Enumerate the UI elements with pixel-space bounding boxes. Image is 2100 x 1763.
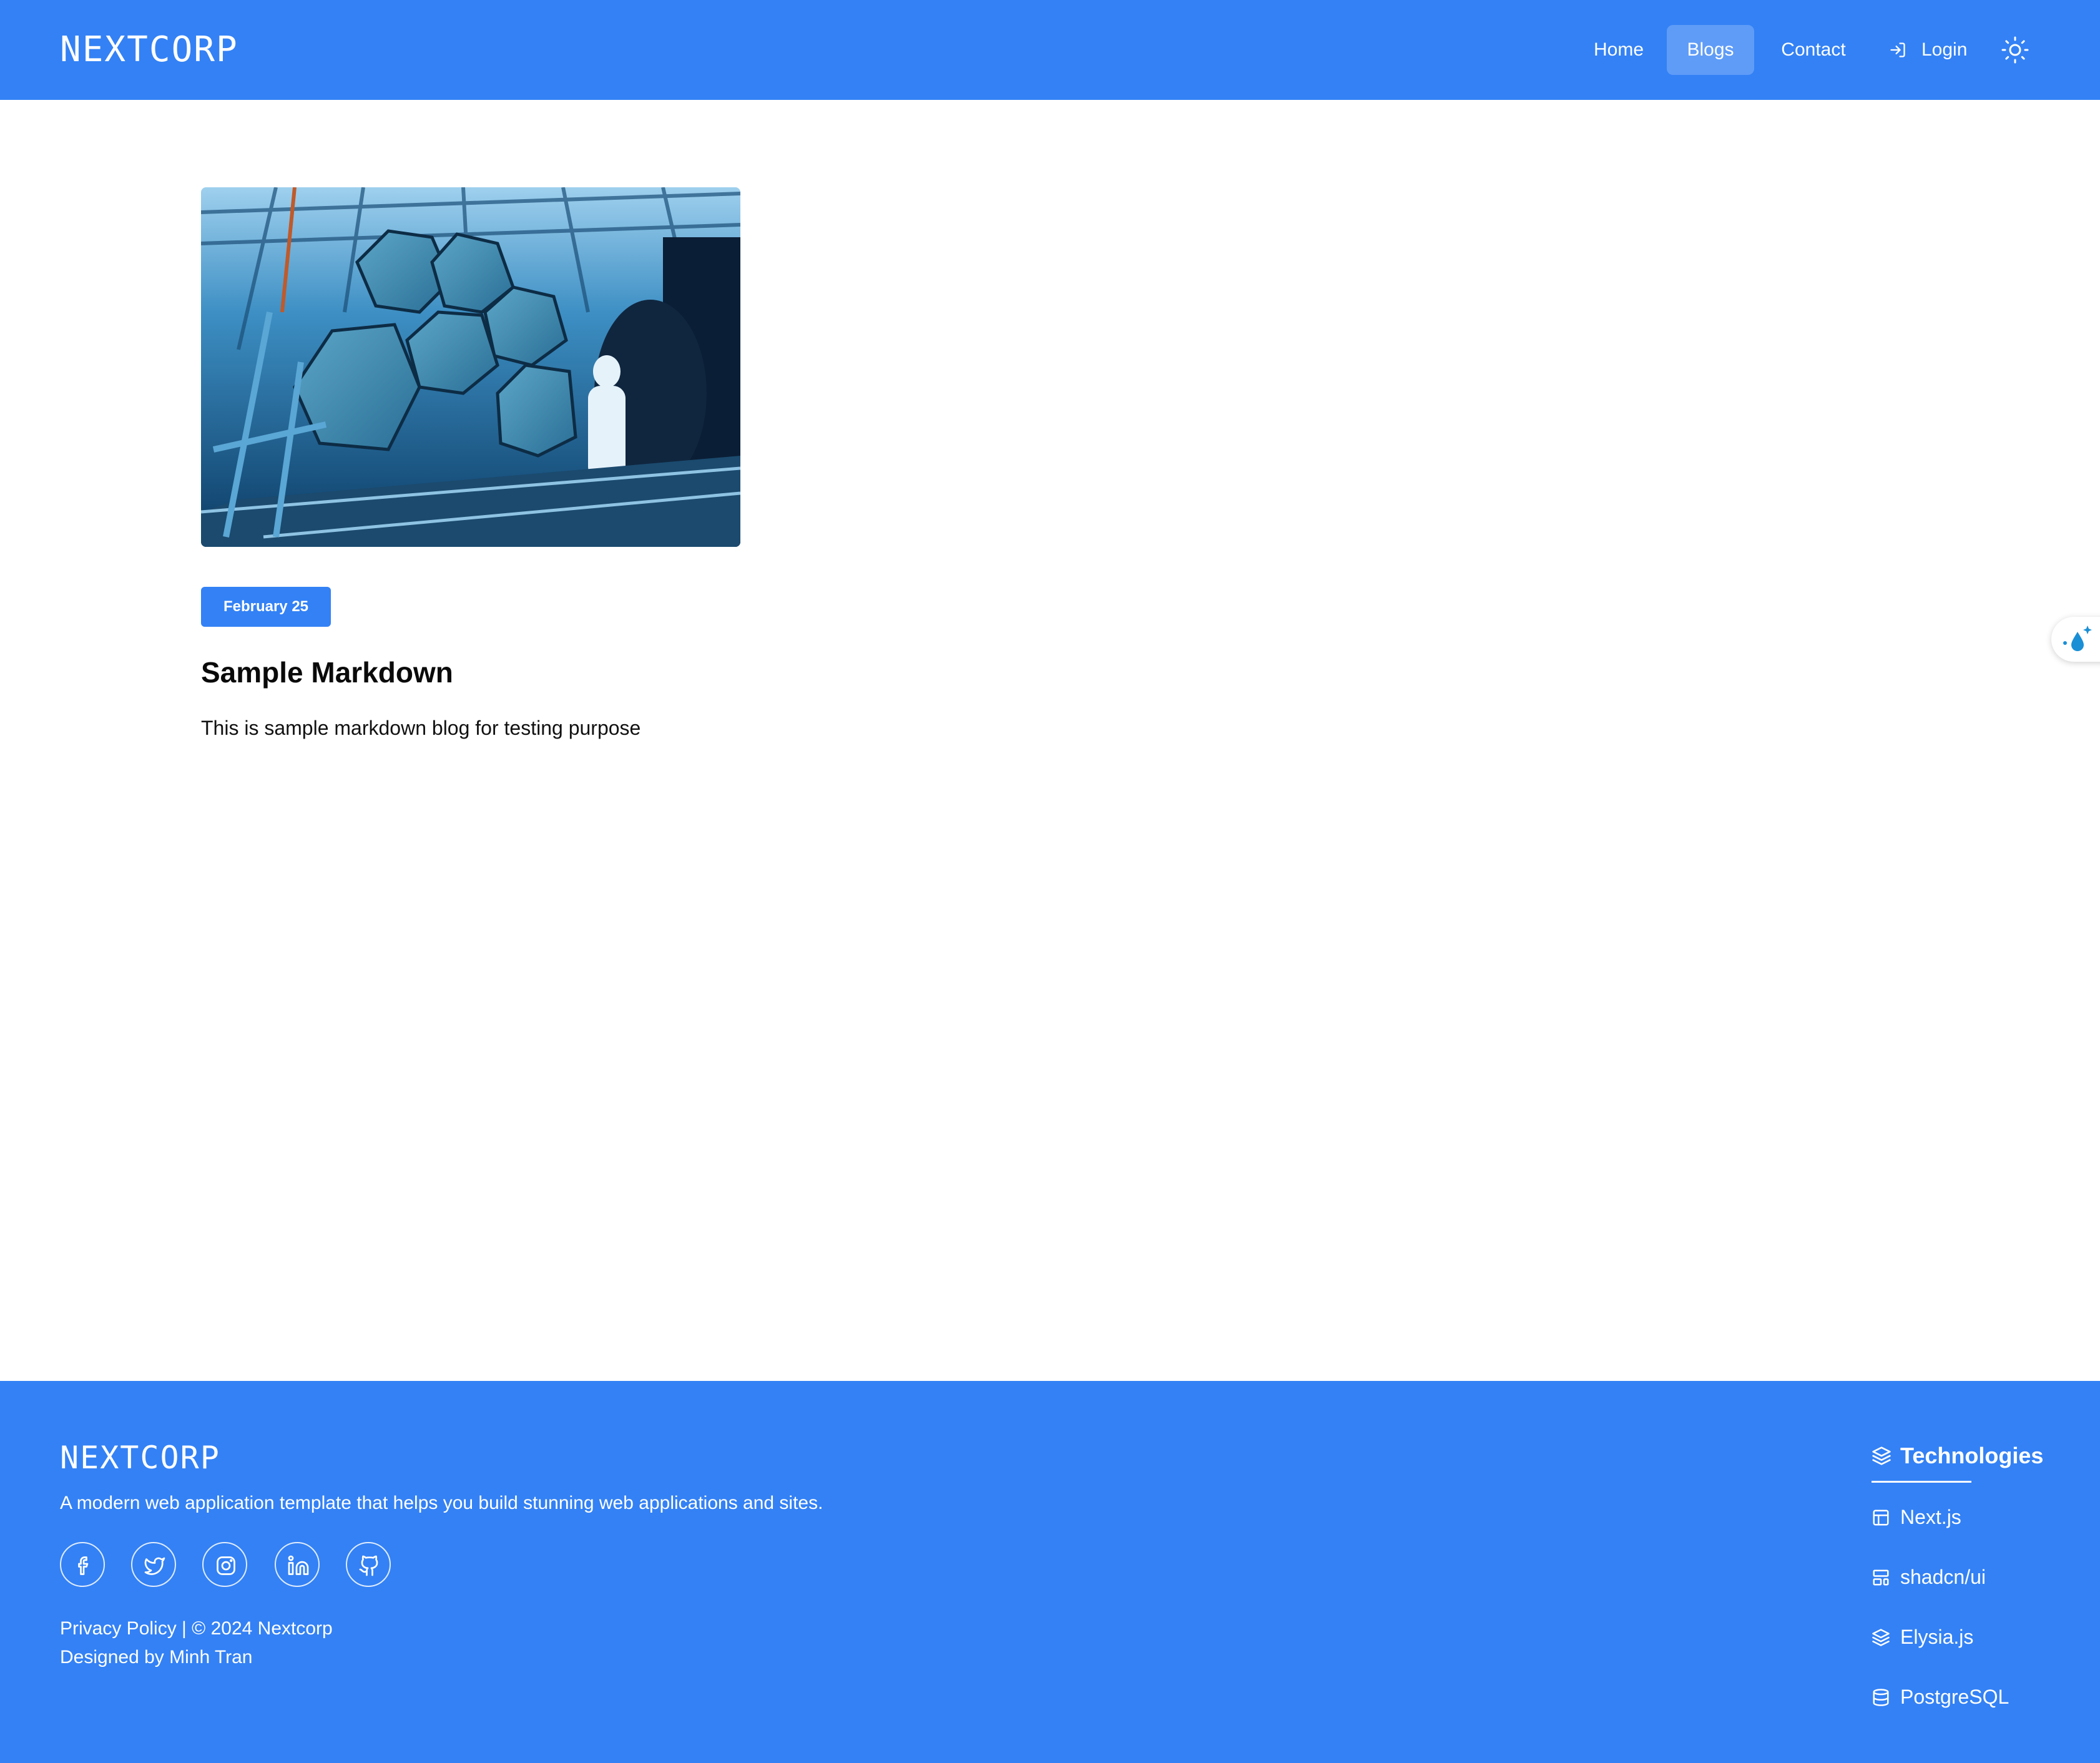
footer-logo[interactable]: NEXTCORP	[60, 1438, 220, 1477]
floating-extension-widget[interactable]	[2051, 617, 2100, 662]
sun-icon	[2001, 36, 2029, 64]
instagram-link[interactable]	[202, 1542, 247, 1587]
technologies-divider	[1872, 1481, 1971, 1483]
technologies-heading-label: Technologies	[1900, 1443, 2044, 1468]
nav-login-label: Login	[1921, 39, 1968, 60]
nav-blogs[interactable]: Blogs	[1667, 25, 1754, 75]
footer-credit: Designed by Minh Tran	[60, 1647, 253, 1667]
site-header: NEXTCORP Home Blogs Contact Login	[0, 0, 2100, 100]
footer-tagline: A modern web application template that h…	[60, 1493, 823, 1513]
login-icon	[1890, 42, 1905, 57]
site-logo[interactable]: NEXTCORP	[60, 29, 238, 71]
linkedin-icon	[288, 1555, 309, 1575]
layers-icon	[1872, 1629, 1890, 1646]
layers-icon	[1872, 1446, 1891, 1465]
blog-post-image[interactable]	[201, 187, 740, 547]
layout-icon	[1873, 1510, 1889, 1526]
github-link[interactable]	[346, 1542, 391, 1587]
facebook-icon	[78, 1556, 89, 1575]
tech-item-label: Next.js	[1900, 1506, 1961, 1528]
nav-contact[interactable]: Contact	[1760, 25, 1867, 75]
site-footer: NEXTCORP A modern web application templa…	[0, 1381, 2100, 1763]
facebook-link[interactable]	[60, 1542, 105, 1587]
post-description: This is sample markdown blog for testing…	[201, 717, 641, 739]
footer-copyright[interactable]: Privacy Policy | © 2024 Nextcorp	[60, 1614, 333, 1643]
linkedin-link[interactable]	[275, 1542, 320, 1587]
telescope-mirror-photo	[201, 187, 740, 547]
nav-login-button[interactable]: Login	[1879, 25, 1973, 75]
post-date-badge: February 25	[201, 587, 331, 627]
tech-item-label: shadcn/ui	[1900, 1566, 1986, 1588]
tech-item-label: Elysia.js	[1900, 1626, 1974, 1648]
nav-home[interactable]: Home	[1571, 25, 1667, 75]
theme-toggle-button[interactable]	[1998, 32, 2033, 67]
twitter-icon	[144, 1557, 165, 1575]
droplet-sparkle-icon	[2063, 626, 2092, 651]
layout-template-icon	[1873, 1569, 1889, 1586]
twitter-link[interactable]	[131, 1542, 176, 1587]
post-title[interactable]: Sample Markdown	[201, 652, 453, 693]
github-icon	[359, 1555, 378, 1576]
tech-item-label: PostgreSQL	[1900, 1686, 2009, 1708]
database-icon	[1873, 1689, 1889, 1706]
instagram-icon	[217, 1556, 235, 1575]
